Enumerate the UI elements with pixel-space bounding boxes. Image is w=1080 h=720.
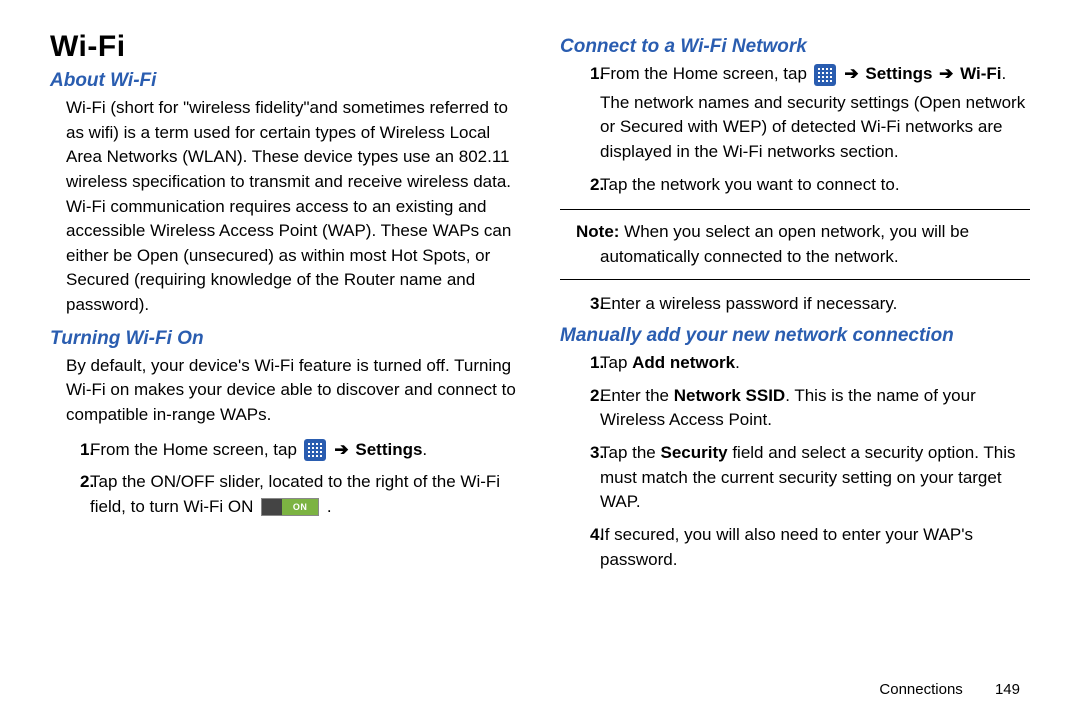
list-item: 1. Tap Add network. bbox=[560, 351, 1030, 376]
step-number: 2. bbox=[560, 384, 600, 433]
step-text: Tap the ON/OFF slider, located to the ri… bbox=[90, 470, 520, 519]
arrow-icon: ➔ bbox=[844, 64, 858, 83]
about-wifi-heading: About Wi-Fi bbox=[50, 70, 520, 92]
step-number: 3. bbox=[560, 441, 600, 515]
list-item: 2. Tap the network you want to connect t… bbox=[560, 173, 1030, 198]
left-column: Wi-Fi About Wi-Fi Wi-Fi (short for "wire… bbox=[50, 30, 520, 580]
list-item: 2. Enter the Network SSID. This is the n… bbox=[560, 384, 1030, 433]
step-number: 1. bbox=[560, 62, 600, 165]
apps-grid-icon bbox=[814, 64, 836, 86]
connect-wifi-heading: Connect to a Wi-Fi Network bbox=[560, 36, 1030, 58]
note-label: Note: bbox=[576, 222, 619, 241]
note-block: Note: When you select an open network, y… bbox=[560, 209, 1030, 280]
step-number: 4. bbox=[560, 523, 600, 572]
step-text: Enter the Network SSID. This is the name… bbox=[600, 384, 1030, 433]
text-fragment: Tap the bbox=[600, 443, 661, 462]
list-item: 4. If secured, you will also need to ent… bbox=[560, 523, 1030, 572]
turning-wifi-heading: Turning Wi-Fi On bbox=[50, 328, 520, 350]
security-label: Security bbox=[661, 443, 728, 462]
page-footer: Connections 149 bbox=[879, 681, 1020, 698]
note-text: automatically connected to the network. bbox=[600, 245, 1030, 270]
settings-label: Settings bbox=[355, 440, 422, 459]
footer-section: Connections bbox=[879, 681, 962, 698]
add-network-label: Add network bbox=[632, 353, 735, 372]
list-item: 3. Tap the Security field and select a s… bbox=[560, 441, 1030, 515]
on-label: ON bbox=[282, 499, 318, 515]
text-fragment: Tap bbox=[600, 353, 632, 372]
step-number: 2. bbox=[560, 173, 600, 198]
manual-add-heading: Manually add your new network connection bbox=[560, 325, 1030, 347]
step-number: 1. bbox=[560, 351, 600, 376]
step-text: From the Home screen, tap ➔ Settings ➔ W… bbox=[600, 62, 1030, 165]
right-column: Connect to a Wi-Fi Network 1. From the H… bbox=[560, 30, 1030, 580]
connect-wifi-steps: 1. From the Home screen, tap ➔ Settings … bbox=[560, 62, 1030, 197]
step-number: 1. bbox=[50, 438, 90, 463]
step-text: From the Home screen, tap ➔ Settings. bbox=[90, 438, 520, 463]
step-text: Tap the network you want to connect to. bbox=[600, 173, 1030, 198]
footer-page-number: 149 bbox=[995, 681, 1020, 698]
manual-add-steps: 1. Tap Add network. 2. Enter the Network… bbox=[560, 351, 1030, 572]
note-text: When you select an open network, you wil… bbox=[619, 222, 969, 241]
turning-wifi-steps: 1. From the Home screen, tap ➔ Settings.… bbox=[50, 438, 520, 520]
settings-label: Settings bbox=[865, 64, 937, 83]
wifi-label: Wi-Fi bbox=[960, 64, 1001, 83]
step-text: If secured, you will also need to enter … bbox=[600, 523, 1030, 572]
page-title: Wi-Fi bbox=[50, 30, 520, 64]
step-number: 2. bbox=[50, 470, 90, 519]
about-wifi-body: Wi-Fi (short for "wireless fidelity"and … bbox=[66, 96, 520, 318]
text-fragment: From the Home screen, tap bbox=[600, 64, 812, 83]
on-toggle-icon: ON bbox=[261, 498, 319, 516]
list-item: 2. Tap the ON/OFF slider, located to the… bbox=[50, 470, 520, 519]
step-text: Tap Add network. bbox=[600, 351, 1030, 376]
step-text: Enter a wireless password if necessary. bbox=[600, 292, 1030, 317]
text-fragment: Enter the bbox=[600, 386, 674, 405]
list-item: 1. From the Home screen, tap ➔ Settings … bbox=[560, 62, 1030, 165]
connect-wifi-steps-cont: 3. Enter a wireless password if necessar… bbox=[560, 292, 1030, 317]
apps-grid-icon bbox=[304, 439, 326, 461]
arrow-icon: ➔ bbox=[939, 64, 953, 83]
network-ssid-label: Network SSID bbox=[674, 386, 785, 405]
text-fragment: From the Home screen, tap bbox=[90, 440, 302, 459]
step-text: Tap the Security field and select a secu… bbox=[600, 441, 1030, 515]
step-number: 3. bbox=[560, 292, 600, 317]
list-item: 3. Enter a wireless password if necessar… bbox=[560, 292, 1030, 317]
arrow-icon: ➔ bbox=[334, 440, 348, 459]
step-body: The network names and security settings … bbox=[600, 91, 1030, 165]
turning-wifi-body: By default, your device's Wi-Fi feature … bbox=[66, 354, 520, 428]
list-item: 1. From the Home screen, tap ➔ Settings. bbox=[50, 438, 520, 463]
